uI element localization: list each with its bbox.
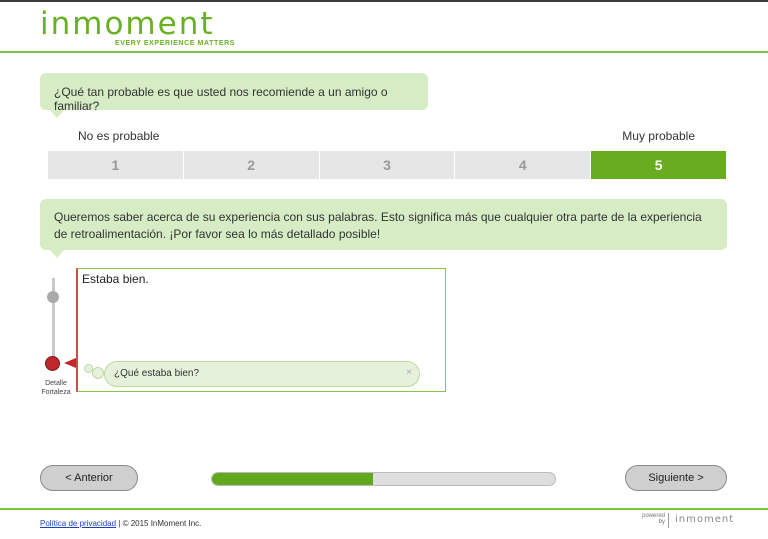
survey-progress-bar [211, 472, 556, 486]
progress-fill [212, 473, 374, 485]
question-recommend-text: ¿Qué tan probable es que usted nos recom… [54, 85, 388, 113]
question-recommend-bubble: ¿Qué tan probable es que usted nos recom… [40, 73, 428, 118]
previous-button[interactable]: < Anterior [40, 465, 138, 491]
logo-tagline: EVERY EXPERIENCE MATTERS [115, 40, 236, 47]
question-experience-bubble: Queremos saber acerca de su experiencia … [40, 199, 727, 258]
rating-option-1[interactable]: 1 [48, 151, 184, 179]
comment-text: Estaba bien. [82, 272, 149, 286]
close-icon[interactable]: × [406, 367, 412, 378]
copyright-text: | © 2015 InMoment Inc. [116, 519, 202, 528]
rating-option-3[interactable]: 3 [319, 151, 456, 179]
slider-label-detail: Detalle [45, 380, 67, 387]
detail-slider-knob[interactable] [47, 291, 59, 303]
scale-high-label: Muy probable [622, 129, 695, 143]
powered-brand-logo: inmoment [675, 514, 735, 525]
powered-by: powered by [637, 513, 665, 525]
suggestion-prompt[interactable]: ¿Qué estaba bien? × [104, 361, 420, 387]
suggestion-prompt-text: ¿Qué estaba bien? [114, 368, 200, 379]
rating-option-2[interactable]: 2 [183, 151, 320, 179]
inmoment-logo: inmoment EVERY EXPERIENCE MATTERS [40, 6, 234, 47]
powered-separator [668, 513, 669, 528]
indicator-arrow-icon [64, 358, 76, 368]
strength-slider-knob[interactable] [45, 356, 60, 371]
question-experience-text: Queremos saber acerca de su experiencia … [54, 210, 702, 241]
rating-option-4[interactable]: 4 [455, 151, 592, 179]
slider-label: Detalle Fortaleza [36, 379, 76, 397]
logo-wordmark: inmoment [40, 6, 215, 42]
header-divider [0, 51, 768, 53]
top-border [0, 0, 768, 2]
rating-option-5[interactable]: 5 [591, 151, 726, 179]
next-button[interactable]: Siguiente > [625, 465, 727, 491]
by-label: by [658, 519, 665, 525]
bubble-tail [50, 110, 64, 118]
privacy-policy-link[interactable]: Política de privacidad [40, 519, 116, 528]
bubble-tail [50, 250, 64, 258]
slider-label-strength: Fortaleza [41, 389, 71, 396]
footer-legal: Política de privacidad | © 2015 InMoment… [40, 519, 201, 528]
rating-scale: 1 2 3 4 5 [48, 151, 726, 179]
scale-low-label: No es probable [78, 129, 160, 143]
thought-dot-icon [92, 367, 104, 379]
footer-divider [0, 508, 768, 510]
